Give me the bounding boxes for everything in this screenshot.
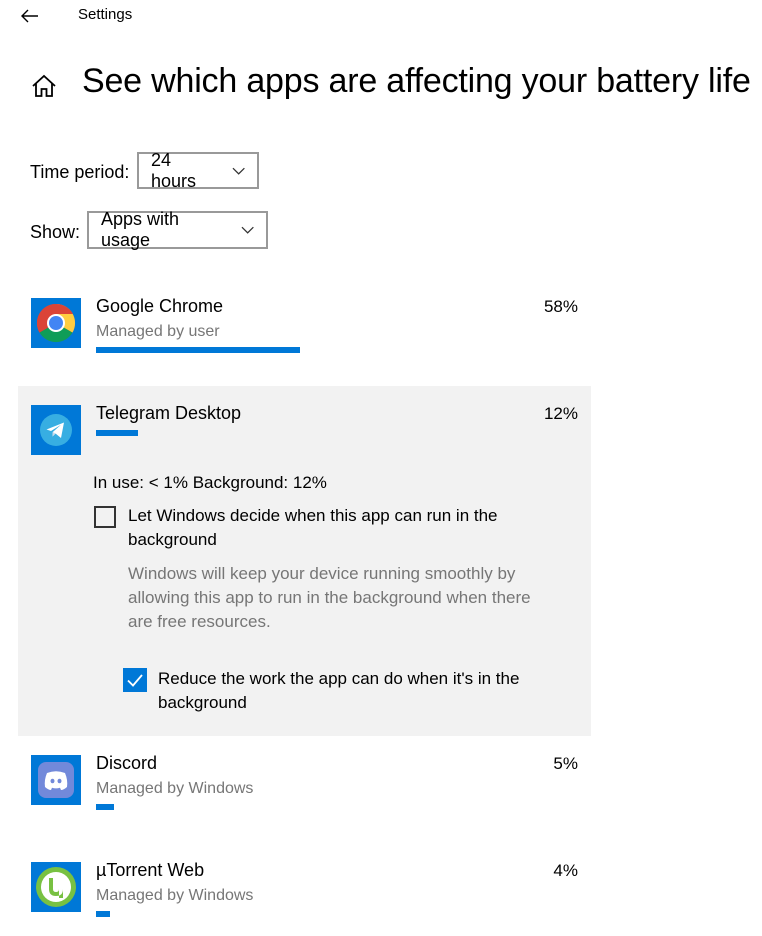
back-arrow-icon bbox=[21, 9, 38, 23]
usage-breakdown: In use: < 1% Background: 12% bbox=[93, 473, 327, 492]
description-line: Windows will keep your device running sm… bbox=[128, 564, 516, 583]
description-line: are free resources. bbox=[128, 612, 271, 631]
time-period-value: 24 hours bbox=[151, 149, 197, 191]
show-dropdown[interactable]: Apps with usage bbox=[87, 209, 268, 250]
discord-icon bbox=[31, 755, 81, 805]
checkmark-icon bbox=[127, 674, 143, 687]
description-line: allowing this app to run in the backgrou… bbox=[128, 588, 531, 607]
reduce-work-label[interactable]: Reduce the work the app can do when it's… bbox=[158, 667, 578, 715]
chevron-down-icon bbox=[232, 167, 245, 175]
app-subtitle: Managed by Windows bbox=[96, 887, 254, 904]
chevron-down-icon bbox=[241, 226, 254, 234]
app-percent: 58% bbox=[543, 297, 578, 316]
usage-bar bbox=[96, 911, 110, 917]
show-value: Apps with usage bbox=[101, 209, 180, 250]
usage-bar bbox=[96, 804, 114, 810]
home-icon[interactable] bbox=[30, 72, 58, 100]
app-name: Discord bbox=[96, 753, 158, 773]
usage-bar bbox=[96, 430, 138, 436]
background-description: Windows will keep your device running sm… bbox=[128, 562, 578, 634]
chrome-icon bbox=[31, 298, 81, 348]
app-name: Telegram Desktop bbox=[96, 403, 242, 423]
app-percent: 12% bbox=[543, 404, 578, 423]
reduce-work-checkbox[interactable] bbox=[123, 668, 147, 692]
app-percent: 5% bbox=[553, 754, 578, 773]
label-line: Reduce the work the app can do when it's… bbox=[158, 669, 520, 688]
page-title: See which apps are affecting your batter… bbox=[82, 62, 751, 100]
label-line: background bbox=[128, 530, 217, 549]
let-windows-decide-checkbox[interactable] bbox=[94, 506, 116, 528]
app-percent: 4% bbox=[553, 861, 578, 880]
telegram-icon bbox=[31, 405, 81, 455]
app-name: µTorrent Web bbox=[96, 860, 205, 880]
app-name: Google Chrome bbox=[96, 296, 224, 316]
label-line: background bbox=[158, 693, 247, 712]
app-subtitle: Managed by user bbox=[96, 323, 220, 340]
time-period-label: Time period: bbox=[30, 162, 130, 182]
let-windows-decide-label[interactable]: Let Windows decide when this app can run… bbox=[128, 504, 568, 552]
app-subtitle: Managed by Windows bbox=[96, 780, 254, 797]
show-label: Show: bbox=[30, 222, 81, 242]
time-period-dropdown[interactable]: 24 hours bbox=[137, 149, 259, 191]
window-title: Settings bbox=[78, 6, 133, 23]
label-line: Let Windows decide when this app can run… bbox=[128, 506, 498, 525]
back-button[interactable] bbox=[14, 4, 46, 28]
usage-bar bbox=[96, 347, 300, 353]
utorrent-icon bbox=[31, 862, 81, 912]
